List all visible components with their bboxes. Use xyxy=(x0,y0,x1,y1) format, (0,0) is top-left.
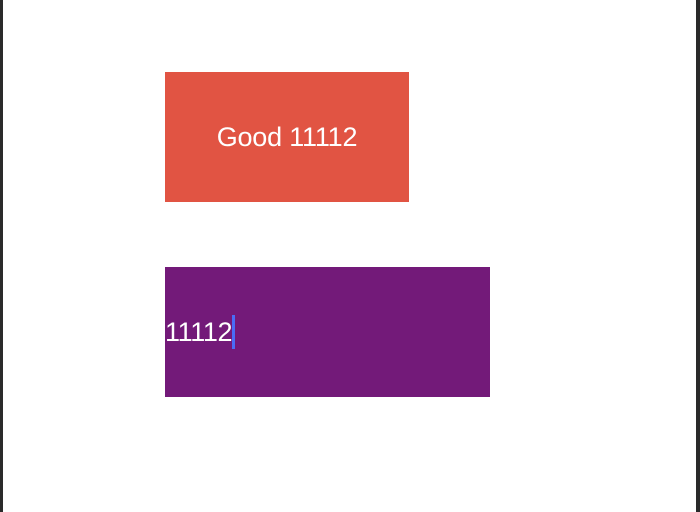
number-text-field[interactable]: 11112 xyxy=(165,267,490,397)
greeting-label: Good 11112 xyxy=(165,72,409,202)
text-field-value: 11112 xyxy=(165,317,233,347)
greeting-label-text: Good 11112 xyxy=(216,121,358,152)
app-window: Good 11112 11112 xyxy=(3,0,696,512)
text-cursor xyxy=(232,315,236,349)
